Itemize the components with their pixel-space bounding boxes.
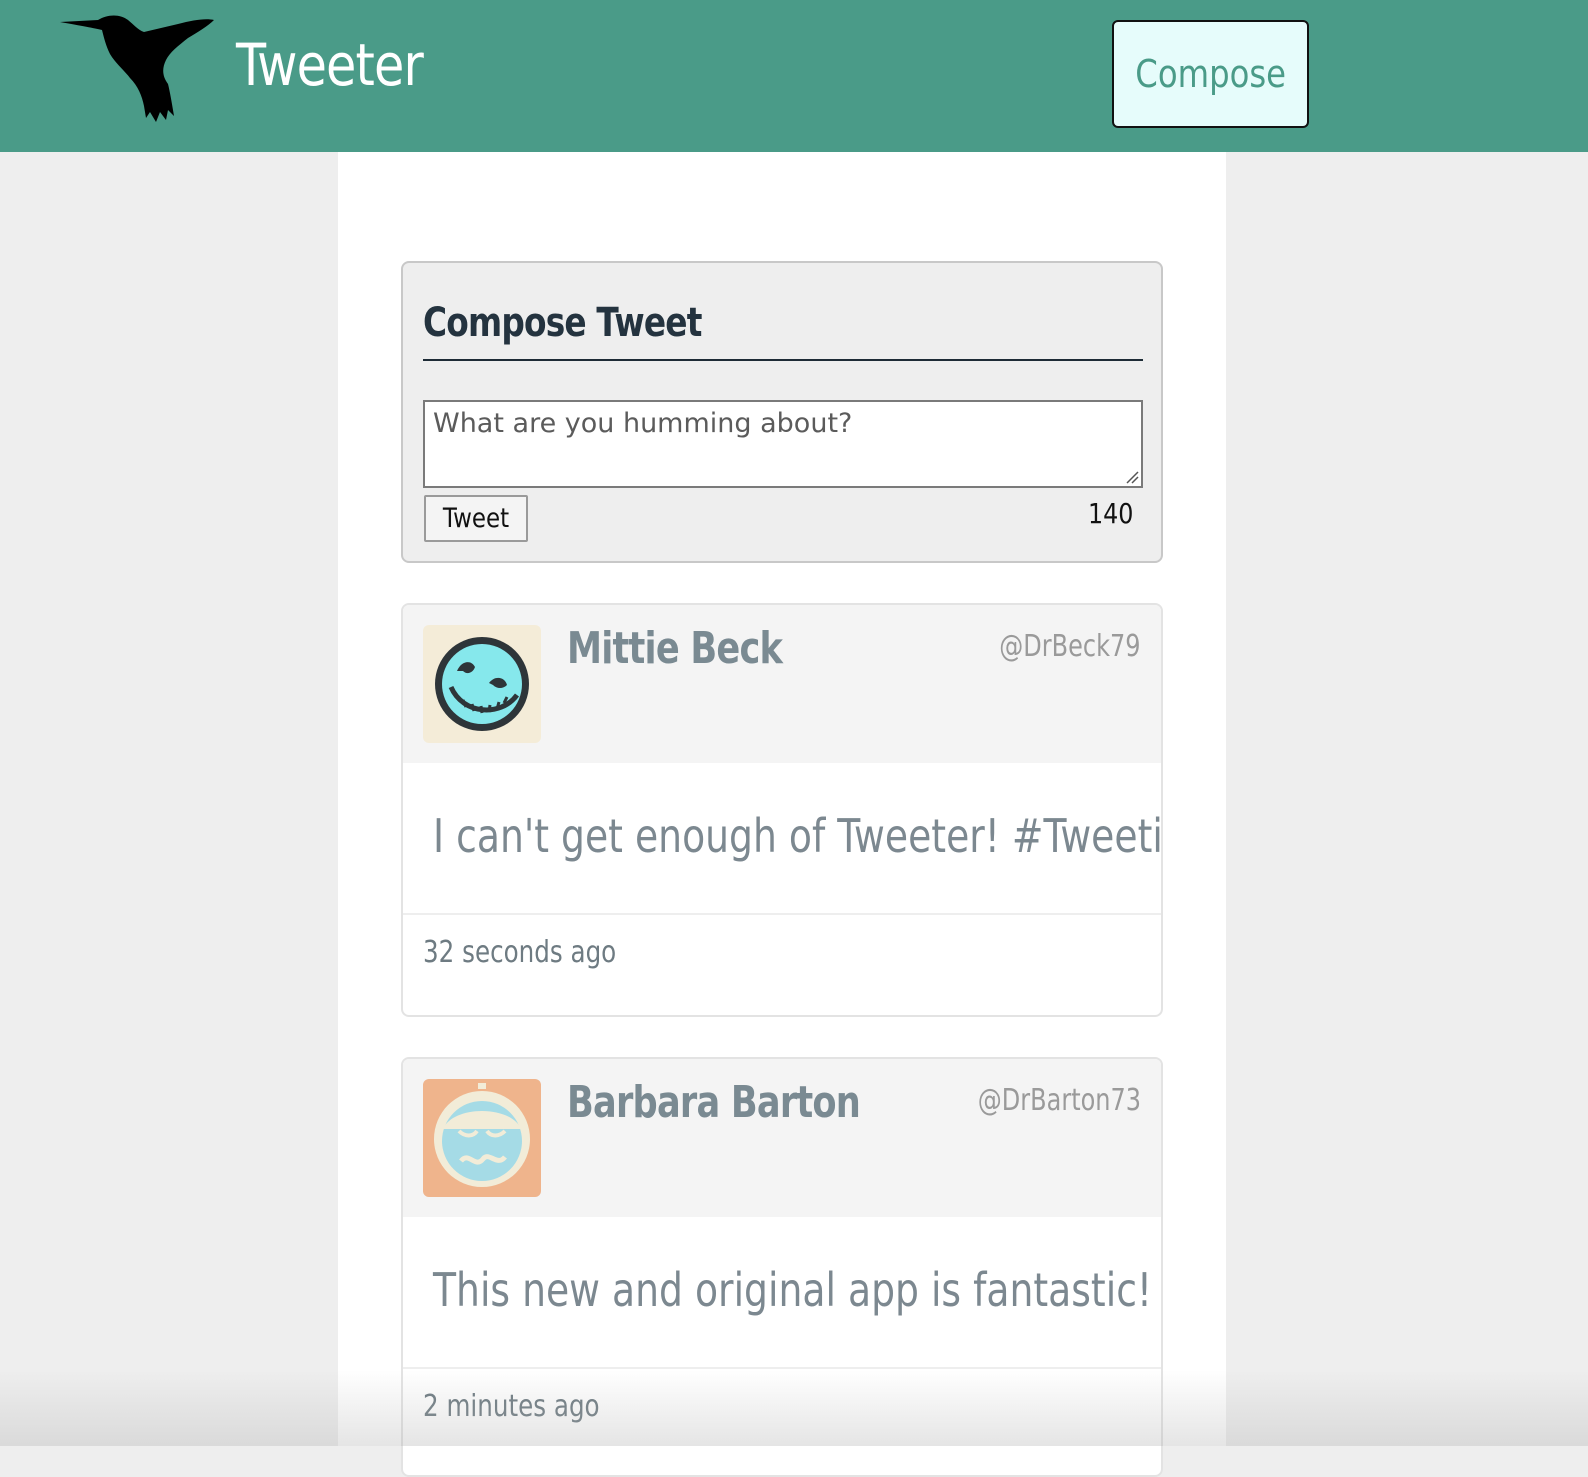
- tweet-card: Barbara Barton @DrBarton73 This new and …: [401, 1057, 1163, 1477]
- hummingbird-icon[interactable]: [58, 12, 218, 127]
- char-counter: 140: [1087, 497, 1133, 530]
- robot-face-avatar-icon: [435, 637, 529, 731]
- compose-tweet-heading: Compose Tweet: [423, 303, 1143, 361]
- tweet-textarea[interactable]: [423, 400, 1143, 488]
- tweet-header: Barbara Barton @DrBarton73: [403, 1059, 1161, 1217]
- compose-button[interactable]: Compose: [1112, 20, 1309, 128]
- tweet-timestamp: 32 seconds ago: [423, 935, 617, 970]
- top-navbar: Tweeter Compose: [0, 0, 1588, 152]
- avatar[interactable]: [423, 1079, 541, 1197]
- author-handle[interactable]: @DrBeck79: [964, 629, 1141, 664]
- tweet-text: I can't get enough of Tweeter! #Tweetin: [433, 809, 1161, 863]
- tweet-text: This new and original app is fantastic!: [433, 1263, 1153, 1317]
- main-container: Compose Tweet Tweet 140: [338, 152, 1226, 1477]
- tweet-body: I can't get enough of Tweeter! #Tweetin: [403, 763, 1161, 915]
- tweet-submit-label: Tweet: [442, 503, 510, 534]
- avatar[interactable]: [423, 625, 541, 743]
- sleepy-robot-avatar-icon: [434, 1083, 530, 1187]
- compose-tweet-panel: Compose Tweet Tweet 140: [401, 261, 1163, 563]
- resize-grip-icon[interactable]: [1123, 468, 1139, 484]
- author-name[interactable]: Barbara Barton: [567, 1077, 933, 1128]
- tweet-header: Mittie Beck @DrBeck79: [403, 605, 1161, 763]
- tweet-body: This new and original app is fantastic!: [403, 1217, 1161, 1369]
- compose-button-label: Compose: [1135, 52, 1286, 96]
- author-name[interactable]: Mittie Beck: [567, 623, 836, 674]
- tweet-card: Mittie Beck @DrBeck79 I can't get enough…: [401, 603, 1163, 1017]
- tweet-submit-button[interactable]: Tweet: [424, 495, 528, 542]
- author-handle[interactable]: @DrBarton73: [937, 1083, 1141, 1118]
- tweet-timestamp: 2 minutes ago: [423, 1389, 600, 1424]
- brand-title: Tweeter: [236, 31, 424, 99]
